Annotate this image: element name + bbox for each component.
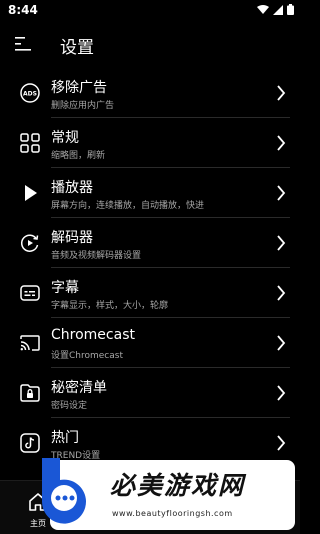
setting-title: 播放器: [51, 180, 93, 196]
setting-subtitle: 屏幕方向，连续播放，自动播放，快进: [51, 201, 205, 211]
app-bar: 设置: [0, 24, 300, 64]
setting-subtitle: 缩略图，刷新: [51, 151, 106, 161]
chevron-right-icon: [277, 85, 286, 101]
setting-subtitle: 密码设定: [51, 401, 88, 411]
watermark-title: 必美游戏网: [110, 471, 246, 500]
setting-title: 解码器: [51, 230, 93, 246]
setting-secret-list[interactable]: 秘密清单 密码设定: [0, 368, 300, 418]
chevron-right-icon: [277, 285, 286, 301]
signal-icon: [273, 4, 283, 15]
setting-title: 移除广告: [51, 80, 107, 96]
chevron-right-icon: [277, 385, 286, 401]
setting-subtitle: 字幕显示，样式，大小，轮廓: [51, 301, 169, 311]
page-title: 设置: [60, 38, 94, 58]
cast-icon: [20, 335, 40, 351]
setting-title: Chromecast: [51, 327, 135, 343]
menu-icon: [15, 37, 31, 51]
setting-remove-ads[interactable]: ADS 移除广告 删除应用内广告: [0, 68, 300, 118]
setting-title: 字幕: [51, 280, 79, 296]
setting-title: 秘密清单: [51, 380, 107, 396]
chevron-right-icon: [277, 335, 286, 351]
decoder-icon: [20, 234, 39, 252]
ads-icon: ADS: [20, 83, 40, 103]
chevron-right-icon: [277, 135, 286, 151]
settings-list: ADS 移除广告 删除应用内广告 常规 缩略图，刷新 播放器 屏幕方向，连续播放…: [0, 68, 300, 468]
play-icon: [25, 185, 37, 201]
grid-icon: [20, 133, 40, 153]
menu-button[interactable]: [14, 36, 32, 52]
status-time: 8:44: [8, 3, 38, 17]
setting-decoder[interactable]: 解码器 音频及视频解码器设置: [0, 218, 300, 268]
setting-title: 热门: [51, 430, 79, 446]
chevron-right-icon: [277, 435, 286, 451]
status-icons: [257, 4, 294, 15]
setting-chromecast[interactable]: Chromecast 设置Chromecast: [0, 318, 300, 368]
battery-icon: [287, 4, 294, 15]
setting-player[interactable]: 播放器 屏幕方向，连续播放，自动播放，快进: [0, 168, 300, 218]
chevron-right-icon: [277, 185, 286, 201]
watermark-url: www.beautyflooringsh.com: [112, 509, 233, 518]
tiktok-icon: [20, 433, 40, 453]
locked-folder-icon: [20, 384, 40, 402]
watermark: 必美游戏网 www.beautyflooringsh.com: [42, 458, 295, 530]
status-bar: 8:44: [0, 0, 300, 20]
subtitles-icon: [20, 285, 40, 301]
chevron-right-icon: [277, 235, 286, 251]
setting-subtitles[interactable]: 字幕 字幕显示，样式，大小，轮廓: [0, 268, 300, 318]
svg-text:ADS: ADS: [23, 91, 37, 98]
setting-subtitle: 音频及视频解码器设置: [51, 251, 142, 261]
setting-general[interactable]: 常规 缩略图，刷新: [0, 118, 300, 168]
setting-title: 常规: [51, 130, 79, 146]
setting-subtitle: 设置Chromecast: [51, 351, 123, 361]
wifi-icon: [257, 4, 269, 14]
setting-subtitle: 删除应用内广告: [51, 101, 115, 111]
watermark-logo-icon: [42, 458, 86, 524]
